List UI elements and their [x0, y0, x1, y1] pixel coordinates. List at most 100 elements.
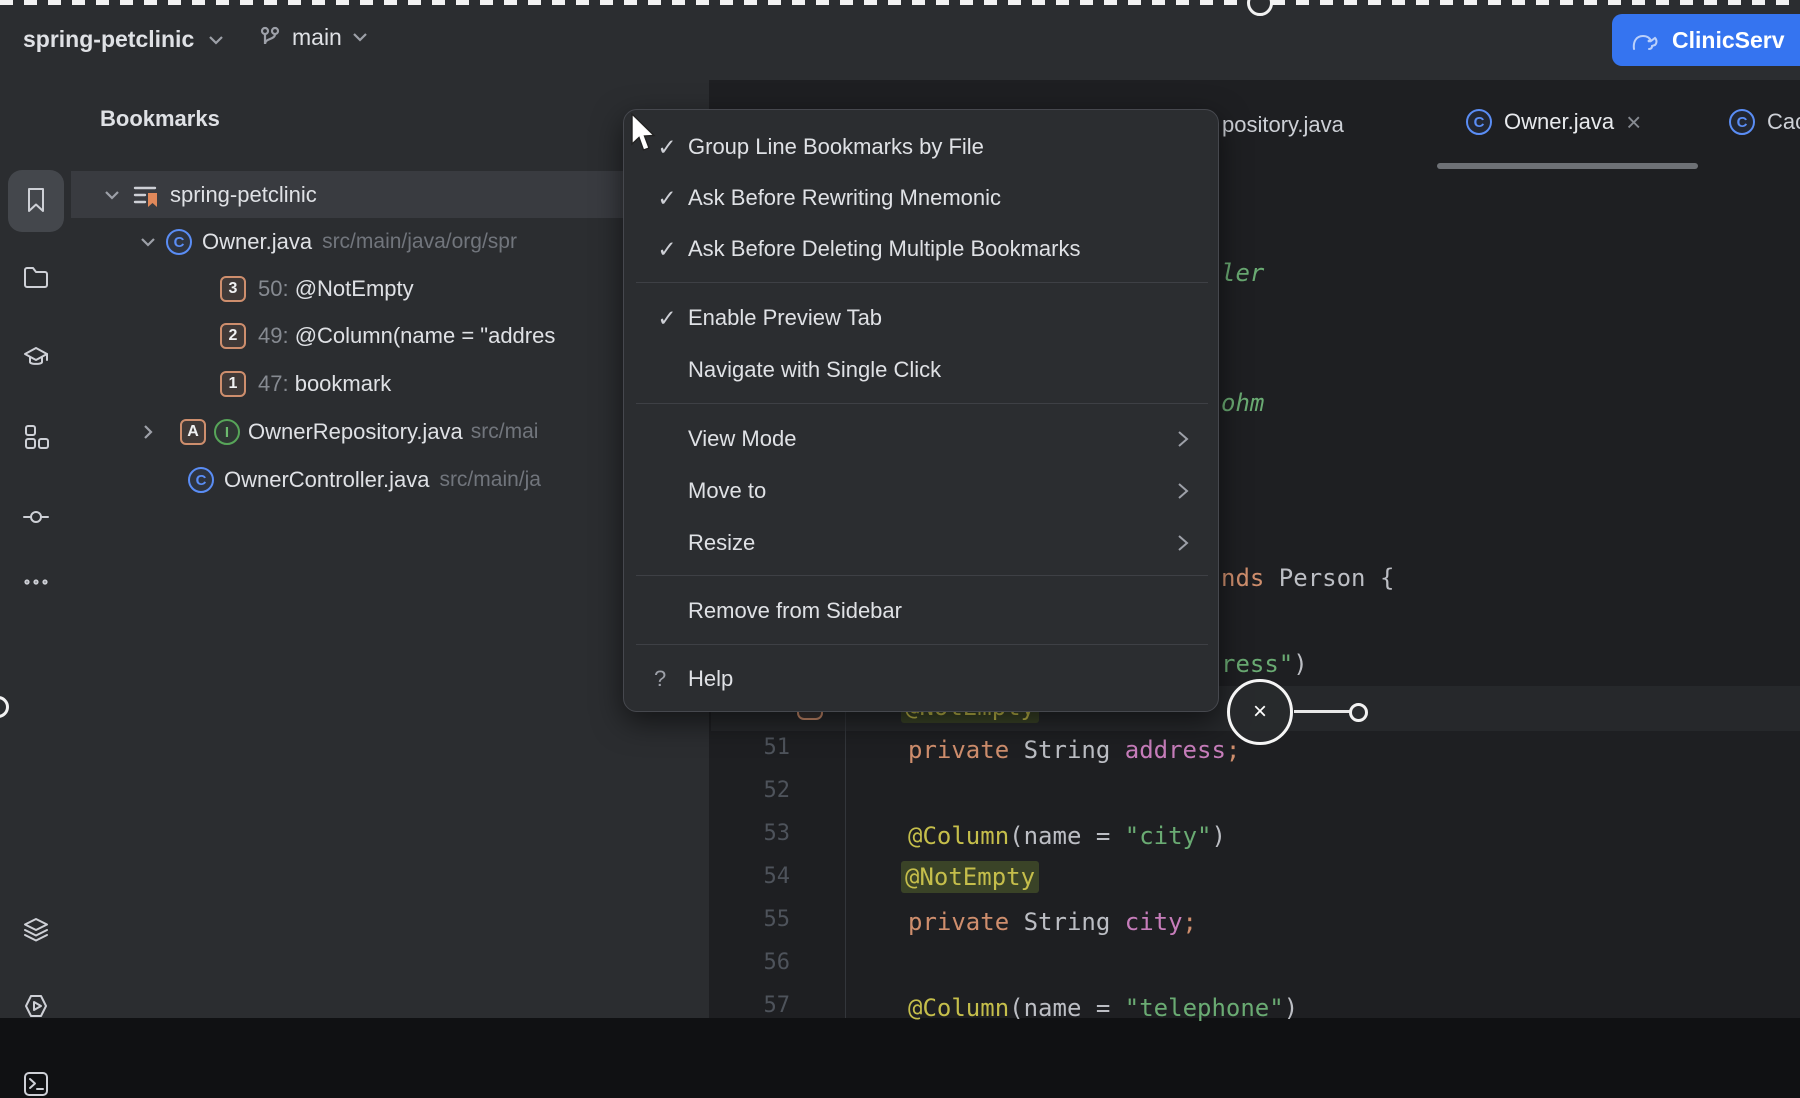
bookmark-list-icon	[132, 182, 158, 208]
menu-item-move-to[interactable]: Move to	[624, 467, 1218, 515]
line-number: 51	[738, 735, 790, 760]
checkmark-icon: ✓	[654, 185, 680, 212]
line-number: 56	[738, 950, 790, 975]
close-icon[interactable]: ×	[1626, 109, 1641, 135]
tab-cache[interactable]: C Cac	[1729, 109, 1800, 135]
tree-file-path: src/main/ja	[439, 468, 541, 492]
menu-item-resize[interactable]: Resize	[624, 519, 1218, 567]
chevron-down-icon	[104, 189, 120, 201]
mouse-cursor	[630, 113, 660, 155]
menu-separator	[636, 644, 1208, 645]
code-line-53[interactable]: @Column(name = "city")	[908, 821, 1226, 851]
annotation-endpoint-handle[interactable]	[1349, 703, 1368, 722]
tree-file-label: Owner.java	[202, 229, 312, 255]
submenu-arrow-icon	[1176, 481, 1190, 501]
class-icon: C	[166, 229, 192, 255]
activity-bar	[0, 80, 73, 1018]
folder-icon[interactable]	[22, 263, 50, 291]
tree-file-label: OwnerController.java	[224, 467, 429, 493]
menu-separator	[636, 403, 1208, 404]
tree-row-file-ownerrepository[interactable]: A I OwnerRepository.java src/mai	[142, 419, 538, 445]
line-number: 57	[738, 993, 790, 1018]
close-icon: ×	[1253, 698, 1267, 726]
interface-icon: I	[214, 419, 240, 445]
bookmark-line-number: 47:	[258, 371, 295, 397]
code-line-57[interactable]: @Column(name = "telephone")	[908, 993, 1298, 1023]
bookmark-line-number: 49:	[258, 323, 295, 349]
line-number: 53	[738, 821, 790, 846]
checkmark-icon: ✓	[654, 305, 680, 332]
question-mark-icon: ?	[654, 666, 666, 692]
menu-item-ask-before-rewriting[interactable]: ✓ Ask Before Rewriting Mnemonic	[624, 174, 1218, 222]
chevron-down-icon	[208, 35, 224, 45]
menu-item-enable-preview-tab[interactable]: ✓ Enable Preview Tab	[624, 294, 1218, 342]
mnemonic-badge: 2	[220, 323, 246, 349]
tree-row-file-owner[interactable]: C Owner.java src/main/java/org/spr	[140, 229, 517, 255]
tab-owner[interactable]: C Owner.java ×	[1466, 109, 1641, 135]
menu-separator	[636, 282, 1208, 283]
code-fragment: ohm	[1221, 388, 1264, 418]
line-number: 52	[738, 778, 790, 803]
line-number: 54	[738, 864, 790, 889]
bookmark-label: @NotEmpty	[295, 276, 414, 302]
menu-item-group-line-bookmarks[interactable]: ✓ Group Line Bookmarks by File	[624, 123, 1218, 171]
annotation-close-button[interactable]: ×	[1227, 679, 1293, 745]
more-icon[interactable]	[22, 568, 50, 596]
project-selector[interactable]: spring-petclinic	[23, 26, 224, 53]
terminal-icon[interactable]	[22, 1070, 50, 1098]
main-toolbar: spring-petclinic main ClinicServ	[0, 0, 1800, 82]
class-icon: C	[1729, 109, 1755, 135]
bookmark-label: bookmark	[295, 371, 392, 397]
bookmark-label: @Column(name = "addres	[295, 323, 556, 349]
tab-label: Cac	[1767, 109, 1800, 135]
panel-title: Bookmarks	[100, 106, 220, 132]
tree-row-bookmark-2[interactable]: 2 49: @Column(name = "addres	[220, 323, 555, 349]
tab-ownerrepository[interactable]: pository.java	[1222, 112, 1344, 138]
bookmarks-tool-window: Bookmarks	[71, 80, 709, 1018]
submenu-arrow-icon	[1176, 429, 1190, 449]
git-branch-icon	[258, 22, 282, 52]
menu-item-view-mode[interactable]: View Mode	[624, 415, 1218, 463]
tree-row-file-ownercontroller[interactable]: C OwnerController.java src/main/ja	[188, 467, 541, 493]
menu-separator	[636, 575, 1208, 576]
chevron-down-icon	[352, 32, 368, 42]
tree-row-bookmark-group[interactable]: spring-petclinic	[104, 182, 317, 208]
branch-name: main	[292, 24, 342, 51]
run-configuration-label: ClinicServ	[1672, 27, 1785, 54]
structure-icon[interactable]	[22, 423, 50, 451]
code-fragment: ler	[1221, 258, 1264, 288]
mnemonic-badge: A	[180, 419, 206, 445]
checkmark-icon: ✓	[654, 236, 680, 263]
submenu-arrow-icon	[1176, 533, 1190, 553]
layers-icon[interactable]	[22, 916, 50, 944]
commit-icon[interactable]	[22, 503, 50, 531]
bookmarks-icon[interactable]	[22, 186, 50, 214]
code-line-51[interactable]: private String address;	[908, 735, 1240, 765]
menu-item-ask-before-deleting[interactable]: ✓ Ask Before Deleting Multiple Bookmarks	[624, 225, 1218, 273]
bookmark-line-number: 50:	[258, 276, 295, 302]
services-icon[interactable]	[22, 992, 50, 1020]
tree-row-bookmark-1[interactable]: 1 47: bookmark	[220, 371, 391, 397]
branch-selector[interactable]: main	[258, 22, 368, 52]
menu-item-remove-from-sidebar[interactable]: Remove from Sidebar	[624, 587, 1218, 635]
tree-group-label: spring-petclinic	[170, 182, 317, 208]
menu-item-help[interactable]: ? Help	[624, 655, 1218, 703]
code-line-55[interactable]: private String city;	[908, 907, 1197, 937]
chevron-right-icon	[142, 424, 154, 440]
run-configuration-button[interactable]: ClinicServ	[1612, 14, 1800, 66]
tree-row-bookmark-3[interactable]: 3 50: @NotEmpty	[220, 276, 414, 302]
tree-file-path: src/main/java/org/spr	[322, 230, 517, 254]
project-name: spring-petclinic	[23, 26, 194, 53]
mnemonic-badge: 1	[220, 371, 246, 397]
gradle-elephant-icon	[1630, 27, 1660, 53]
code-line-54[interactable]: @NotEmpty	[901, 862, 1039, 892]
learn-icon[interactable]	[22, 344, 50, 372]
menu-item-navigate-single-click[interactable]: Navigate with Single Click	[624, 346, 1218, 394]
bookmarks-options-menu: ✓ Group Line Bookmarks by File ✓ Ask Bef…	[623, 109, 1219, 712]
class-icon: C	[188, 467, 214, 493]
code-fragment: ress")	[1221, 649, 1308, 679]
tree-file-label: OwnerRepository.java	[248, 419, 463, 445]
annotation-connector-line	[1294, 710, 1351, 713]
line-number: 55	[738, 907, 790, 932]
tab-label: Owner.java	[1504, 109, 1614, 135]
